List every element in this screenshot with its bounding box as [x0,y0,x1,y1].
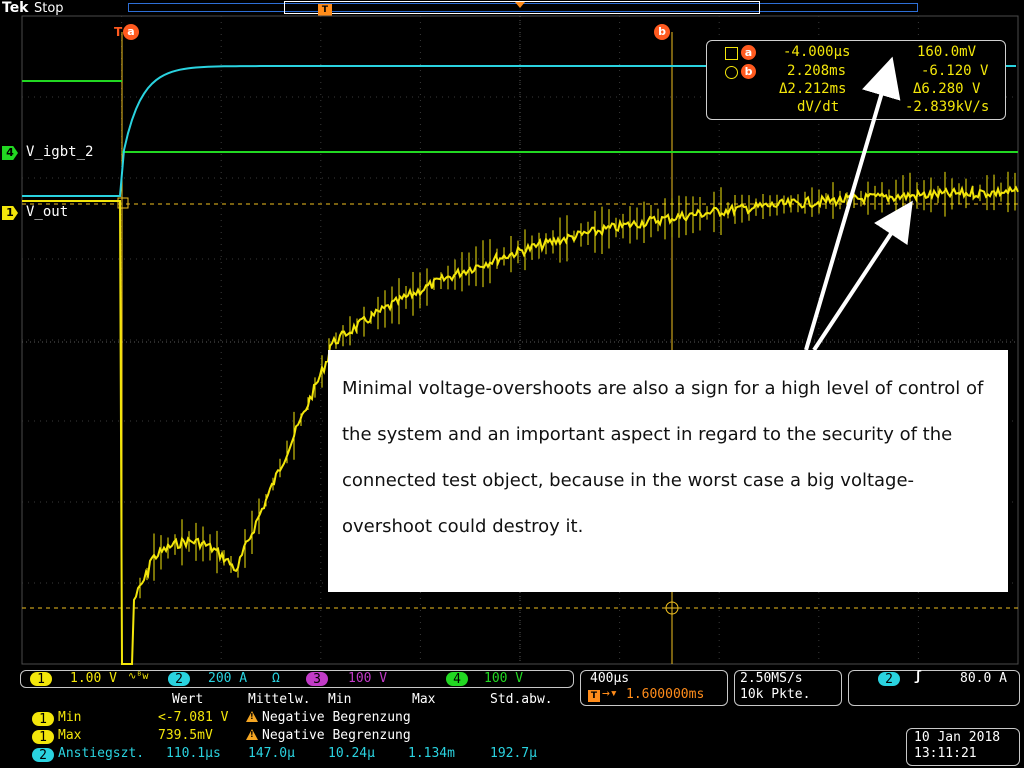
cursor-a-badge: a [741,45,756,60]
meas-1-note: Negative Begrenzung [246,710,411,725]
ch1-chip[interactable]: 1 [30,672,52,687]
meas-3-mean: 147.0µ [248,746,295,761]
warning-icon [246,729,258,740]
channel-4-label: V_igbt_2 [26,144,94,160]
channel-1-label: V_out [26,204,69,220]
trigger-source-chip: 2 [878,672,900,687]
delta-time: Δ2.212ms [779,81,847,97]
cursor-b-tag[interactable]: b [654,24,670,40]
meas-header-mean: Mittelw. [248,692,311,707]
trigger-delay-icon: T [588,690,600,702]
annotation-text: Minimal voltage-overshoots are also a si… [342,378,984,537]
cursor-b-time: 2.208ms [787,63,847,79]
meas-3-chip: 2 [32,748,54,763]
control-panel: 1 1.00 V ∿ᴮw 2 200 A Ω 3 100 V 4 100 V W… [0,668,1024,768]
trigger-t-icon: T [114,25,123,39]
meas-1-chip: 1 [32,712,54,727]
cursor-a-tag[interactable]: a [123,24,139,40]
ch2-scale: 200 A [208,671,248,686]
annotation-callout: Minimal voltage-overshoots are also a si… [328,350,1008,592]
meas-2-note: Negative Begrenzung [246,728,411,743]
meas-1-name[interactable]: Min [58,710,81,725]
ch3-chip[interactable]: 3 [306,672,328,687]
ch1-scale: 1.00 V [70,671,117,686]
record-points: 10k Pkte. [740,687,811,702]
waveform-display[interactable]: a T b 4 V_igbt_2 1 V_out a -4.000µs 160.… [0,0,1024,668]
dvdt-value: -2.839kV/s [905,99,990,115]
meas-header-min: Min [328,692,352,707]
cursor-b-circle-icon [725,66,738,79]
cursor-a-square-icon [725,47,738,60]
horizontal-delay: 1.600000ms [626,687,705,702]
warning-icon [246,711,258,722]
meas-2-wert: 739.5mV [158,728,213,743]
cursor-a-volt: 160.0mV [917,44,977,60]
meas-3-name[interactable]: Anstiegszt. [58,746,144,761]
ch2-ohm-icon: Ω [272,671,280,686]
rising-edge-icon: ʃ [914,669,922,684]
ch3-scale: 100 V [348,671,388,686]
trigger-level: 80.0 A [960,671,1007,686]
meas-3-wert: 110.1µs [166,746,221,761]
time: 13:11:21 [914,746,977,761]
meas-header-wert: Wert [172,692,204,707]
delta-volt: Δ6.280 V [913,81,981,97]
ch4-chip[interactable]: 4 [446,672,468,687]
meas-2-name[interactable]: Max [58,728,81,743]
ch2-chip[interactable]: 2 [168,672,190,687]
ch1-bw-icon: ∿ᴮw [128,671,149,682]
date: 10 Jan 2018 [914,730,1001,745]
sample-rate: 2.50MS/s [740,671,803,686]
cursor-b-volt: -6.120 V [921,63,989,79]
meas-2-chip: 1 [32,730,54,745]
meas-header-max: Max [412,692,436,707]
cursor-a-time: -4.000µs [783,44,851,60]
cursor-readout: a -4.000µs 160.0mV b 2.208ms -6.120 V Δ2… [706,40,1006,120]
horizontal-arrow: →▾ [602,686,618,701]
meas-header-std: Std.abw. [490,692,553,707]
meas-1-wert: <-7.081 V [158,710,229,725]
dvdt-label: dV/dt [797,99,840,115]
meas-3-max: 1.134m [408,746,455,761]
meas-3-std: 192.7µ [490,746,537,761]
meas-3-min: 10.24µ [328,746,375,761]
horizontal-scale: 400µs [590,671,630,686]
cursor-b-badge: b [741,64,756,79]
ch4-scale: 100 V [484,671,524,686]
